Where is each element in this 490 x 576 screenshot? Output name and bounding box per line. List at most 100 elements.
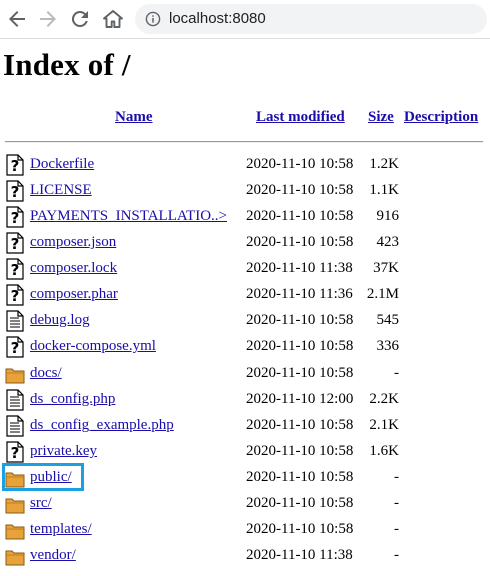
file-link[interactable]: composer.phar [30,286,118,303]
file-link[interactable]: Dockerfile [30,156,94,173]
last-modified-value: 2020-11-10 10:58 [246,182,354,199]
file-size-value: 1.6K [369,442,399,459]
file-size-value: 2.2K [369,390,399,407]
listing-row: src/2020-11-10 10:58 - [0,493,490,519]
svg-text:?: ? [11,287,20,305]
column-header-last-modified: Last modified [256,109,345,126]
file-size-value: 1.1K [369,182,399,199]
url-text[interactable]: localhost:8080 [169,10,266,27]
file-size-value: - [394,547,399,564]
file-size-value: - [394,494,399,511]
selection-highlight-box [2,463,84,491]
sort-by-size-link[interactable]: Size [368,109,394,125]
reload-icon [71,10,88,27]
unknown-file-icon: ? [5,258,25,280]
last-modified-value: 2020-11-10 10:58 [246,338,354,355]
unknown-file-icon: ? [5,154,25,176]
text-file-icon [5,415,25,437]
svg-text:?: ? [11,183,20,201]
last-modified-value: 2020-11-10 10:58 [246,494,354,511]
file-size-value: 545 [376,312,400,329]
file-size-value: 423 [376,234,400,251]
file-link[interactable]: docs/ [30,365,62,382]
column-header-description: Description [404,109,478,126]
folder-icon [5,363,25,385]
file-link[interactable]: templates/ [30,521,92,538]
file-size-value: - [394,364,399,381]
file-size-value: 916 [376,208,400,225]
unknown-file-icon: ? [5,441,25,463]
svg-text:?: ? [11,157,20,175]
last-modified-value: 2020-11-10 10:58 [246,442,354,459]
file-size-value: 2.1M [366,286,399,303]
sort-by-name-link[interactable]: Name [115,109,153,125]
last-modified-value: 2020-11-10 10:58 [246,364,354,381]
listing-row: ds_config.php 2020-11-10 12:00 2.2K [0,389,490,415]
unknown-file-icon: ? [5,232,25,254]
file-size-value: 2.1K [369,416,399,433]
folder-icon [5,519,25,541]
page-title: Index of / [3,47,131,82]
file-link[interactable]: docker-compose.yml [30,338,156,355]
last-modified-value: 2020-11-10 10:58 [246,312,354,329]
unknown-file-icon: ? [5,284,25,306]
site-info-icon[interactable] [145,11,161,27]
home-button[interactable] [101,7,125,31]
file-link[interactable]: src/ [30,495,52,512]
listing-row: ? LICENSE 2020-11-10 10:58 1.1K [0,180,490,206]
text-file-icon [5,310,25,333]
svg-text:?: ? [11,209,20,227]
home-icon [103,10,123,28]
sort-by-description-link[interactable]: Description [404,109,478,125]
sort-by-last-modified-link[interactable]: Last modified [256,109,345,125]
header-divider [5,141,483,143]
last-modified-value: 2020-11-10 10:58 [246,156,354,172]
text-file-icon [5,389,25,411]
file-link[interactable]: composer.json [30,234,116,251]
svg-text:?: ? [11,261,20,279]
last-modified-value: 2020-11-10 10:58 [246,416,354,433]
listing-row: ? composer.json 2020-11-10 10:58 423 [0,232,490,258]
file-link[interactable]: ds_config.php [30,391,115,408]
column-header-name: Name [115,109,153,126]
listing-row: debug.log 2020-11-10 10:58 545 [0,310,490,336]
back-arrow-icon [9,11,25,27]
column-header-size: Size [368,109,394,126]
last-modified-value: 2020-11-10 10:58 [246,468,354,485]
file-size-value: 1.2K [369,156,399,172]
file-link[interactable]: PAYMENTS_INSTALLATIO..> [30,208,227,225]
last-modified-value: 2020-11-10 11:36 [246,286,353,303]
listing-row: ? composer.phar 2020-11-10 11:36 2.1M [0,284,490,310]
file-link[interactable]: debug.log [30,312,90,329]
listing-row: vendor/2020-11-10 11:38 - [0,545,490,571]
svg-text:?: ? [11,444,20,462]
listing-row: ? docker-compose.yml 2020-11-10 10:58 336 [0,336,490,362]
listing-row: ? PAYMENTS_INSTALLATIO..> 2020-11-10 10:58… [0,206,490,232]
svg-text:?: ? [11,339,20,357]
file-link[interactable]: vendor/ [30,547,76,564]
svg-text:?: ? [11,235,20,253]
last-modified-value: 2020-11-10 11:38 [246,260,353,277]
file-size-value: 336 [376,338,400,355]
listing-row: ? Dockerfile 2020-11-10 10:58 1.2K [0,154,490,180]
reload-button[interactable] [68,7,92,31]
unknown-file-icon: ? [5,206,25,228]
listing-row: ? composer.lock 2020-11-10 11:38 37K [0,258,490,284]
file-link[interactable]: LICENSE [30,182,92,199]
forward-button[interactable] [36,7,60,31]
unknown-file-icon: ? [5,336,25,359]
file-size-value: - [394,520,399,537]
last-modified-value: 2020-11-10 12:00 [246,390,354,407]
address-bar[interactable]: localhost:8080 [135,4,487,34]
browser-toolbar: localhost:8080 [0,0,490,39]
folder-icon [5,545,25,567]
file-link[interactable]: ds_config_example.php [30,417,174,434]
listing-row: ds_config_example.php 2020-11-10 10:58 2.1… [0,415,490,441]
last-modified-value: 2020-11-10 10:58 [246,234,354,251]
file-link[interactable]: composer.lock [30,260,117,277]
unknown-file-icon: ? [5,180,25,202]
file-link[interactable]: private.key [30,443,97,460]
back-button[interactable] [5,7,29,31]
forward-arrow-icon [40,11,56,27]
last-modified-value: 2020-11-10 10:58 [246,208,354,225]
